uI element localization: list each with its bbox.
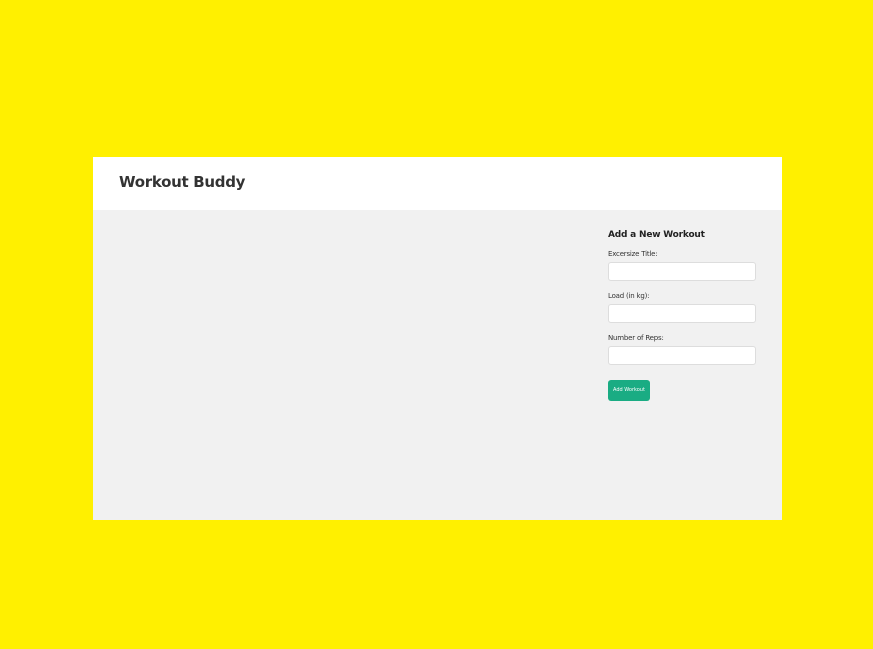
load-label: Load (in kg):	[608, 292, 650, 300]
add-workout-form: Add a New Workout Excersize Title: Load …	[608, 230, 756, 401]
reps-label: Number of Reps:	[608, 334, 664, 342]
navbar: Workout Buddy	[93, 157, 782, 210]
load-field: Load (in kg):	[608, 292, 756, 323]
title-label: Excersize Title:	[608, 250, 658, 258]
app-window: Workout Buddy Add a New Workout Excersiz…	[93, 157, 782, 520]
load-input[interactable]	[608, 304, 756, 323]
reps-input[interactable]	[608, 346, 756, 365]
reps-field: Number of Reps:	[608, 334, 756, 365]
title-input[interactable]	[608, 262, 756, 281]
add-workout-button[interactable]: Add Workout	[608, 380, 650, 401]
workouts-list	[119, 230, 579, 500]
title-field: Excersize Title:	[608, 250, 756, 281]
app-logo-link[interactable]: Workout Buddy	[119, 173, 245, 191]
form-heading: Add a New Workout	[608, 230, 705, 240]
